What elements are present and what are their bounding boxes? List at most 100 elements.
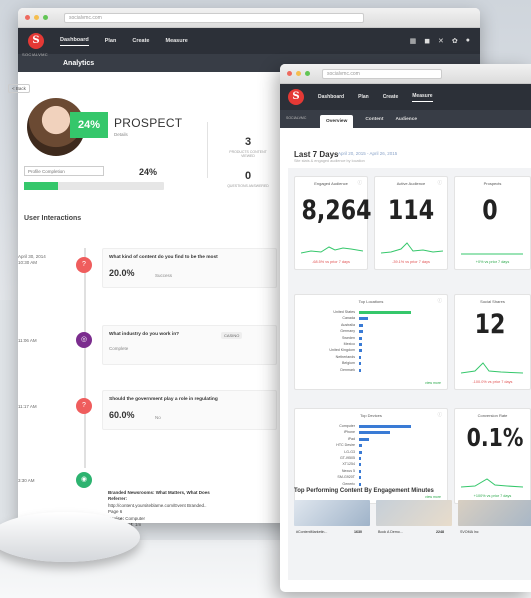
bar-label: HTC Desire — [336, 443, 355, 448]
details-link[interactable]: Details — [114, 132, 128, 137]
nav-measure[interactable]: Measure — [165, 38, 187, 44]
info-icon[interactable]: ⓘ — [438, 180, 443, 186]
card-engaged-audience[interactable]: Engaged Audience ⓘ 8,264 -68.5% vs prior… — [294, 176, 372, 270]
tab-content[interactable]: Content — [365, 117, 383, 122]
bar[interactable] — [359, 323, 364, 327]
bar[interactable] — [359, 469, 361, 473]
brand-logo[interactable]: S — [288, 89, 304, 105]
view-more-link[interactable]: view more — [425, 495, 441, 499]
content-view-details[interactable]: Branded Newsrooms: What Matters, What Do… — [108, 490, 278, 528]
bar-label: GT-I9505 — [340, 456, 355, 460]
sparkline — [461, 362, 523, 374]
timeline-line — [84, 248, 86, 468]
bar[interactable] — [359, 431, 391, 435]
target-icon: ◎ — [76, 332, 92, 348]
bar[interactable] — [359, 349, 362, 353]
maximize-dot[interactable] — [43, 15, 48, 20]
card-value: 8,264 — [301, 195, 372, 226]
browser-chrome: socialvmc.com — [280, 64, 531, 84]
info-icon[interactable]: ⓘ — [438, 298, 443, 304]
card-foot: -100.0% vs prior 7 days — [472, 380, 513, 384]
nav-dashboard[interactable]: Dashboard — [60, 37, 89, 46]
info-icon[interactable]: ⓘ — [438, 412, 443, 418]
timeline-card[interactable]: What kind of content do you find to be t… — [102, 248, 277, 288]
close-dot[interactable] — [25, 15, 30, 20]
bar[interactable] — [359, 476, 361, 480]
prospect-status: PROSPECT — [114, 116, 183, 130]
bar[interactable] — [359, 343, 362, 346]
bar[interactable] — [359, 482, 361, 486]
gear-icon[interactable]: ✿ — [452, 37, 458, 45]
card-conversion-rate[interactable]: Conversion Rate 0.1% +100% vs prior 7 da… — [454, 408, 531, 504]
card-active-audience[interactable]: Active Audience ⓘ 114 -39.1% vs prior 7 … — [374, 176, 448, 270]
minimize-dot[interactable] — [34, 15, 39, 20]
card-title: Active Audience — [396, 181, 426, 186]
tab-overview[interactable]: Overview — [320, 114, 354, 128]
score-badge: 24% — [70, 112, 108, 138]
content-thumbnail[interactable] — [458, 500, 531, 526]
bar[interactable] — [359, 317, 369, 321]
timeline-question: Should the government play a role in reg… — [109, 397, 218, 402]
back-button[interactable]: < Back — [8, 84, 30, 93]
bar-label: Netherlands — [335, 354, 355, 359]
tab-audience[interactable]: Audience — [395, 117, 417, 122]
nav-create[interactable]: Create — [132, 38, 149, 44]
bar[interactable] — [359, 368, 361, 372]
timeline-card[interactable]: Should the government play a role in reg… — [102, 390, 277, 430]
close-dot[interactable] — [287, 71, 292, 76]
grid-icon[interactable]: ▦ — [410, 37, 417, 45]
brand-logo[interactable]: S — [28, 33, 44, 49]
inbox-icon[interactable]: ◼ — [424, 37, 430, 45]
minimize-dot[interactable] — [296, 71, 301, 76]
thumbnail-value: 1630 — [354, 530, 362, 534]
timeline-answer-sub: Complete — [109, 346, 129, 351]
bar[interactable] — [359, 450, 362, 454]
bar[interactable] — [359, 355, 362, 359]
card-title: Social Shares — [480, 299, 505, 304]
address-bar[interactable]: socialvmc.com — [322, 68, 442, 79]
bar[interactable] — [359, 311, 411, 314]
address-bar[interactable]: socialvmc.com — [64, 12, 364, 23]
timeline-date: 11:06 AM — [18, 338, 37, 343]
progress-fill — [24, 182, 58, 190]
period-range[interactable]: April 20, 2015 - April 26, 2015 — [338, 151, 397, 156]
bar[interactable] — [359, 463, 362, 467]
nav-plan[interactable]: Plan — [105, 38, 117, 44]
front-browser-window: socialvmc.com S Dashboard Plan Create Me… — [280, 64, 531, 592]
card-top-locations[interactable]: Top Locations ⓘ United States Canada Austr… — [294, 294, 448, 390]
bar[interactable] — [359, 457, 362, 460]
profile-progress-bar — [24, 182, 164, 190]
bar-label: Denmark — [340, 367, 355, 372]
nav-create[interactable]: Create — [383, 94, 399, 100]
bar[interactable] — [359, 336, 363, 340]
content-thumbnail[interactable] — [294, 500, 370, 526]
bar-label: XT1254 — [342, 462, 355, 467]
timeline-answer-sub: No — [155, 415, 161, 420]
maximize-dot[interactable] — [305, 71, 310, 76]
timeline-answer-sub: Success — [155, 273, 173, 278]
bar[interactable] — [359, 362, 361, 366]
card-value: 0 — [482, 195, 498, 226]
nav-plan[interactable]: Plan — [358, 94, 369, 100]
content-thumbnail[interactable] — [376, 500, 452, 526]
stat-value: 3 — [244, 136, 252, 148]
sparkline — [381, 242, 443, 254]
bar[interactable] — [359, 330, 363, 334]
view-more-link[interactable]: view more — [425, 381, 441, 385]
measure-tabs: Overview Content Audience — [280, 110, 531, 128]
bar[interactable] — [359, 444, 363, 448]
nav-measure[interactable]: Measure — [412, 93, 433, 102]
tools-icon[interactable]: ✕ — [438, 37, 444, 45]
timeline-date: 11:17 AM — [18, 404, 37, 409]
sparkline — [461, 478, 523, 488]
timeline-card[interactable]: What industry do you work in? CASINO Com… — [102, 325, 277, 365]
card-social-shares[interactable]: Social Shares 12 -100.0% vs prior 7 days — [454, 294, 531, 390]
card-value: 12 — [474, 309, 506, 340]
user-avatar-icon[interactable]: ● — [466, 37, 470, 45]
nav-dashboard[interactable]: Dashboard — [318, 94, 344, 100]
bar[interactable] — [359, 437, 370, 441]
bar[interactable] — [359, 425, 411, 428]
divider — [207, 122, 208, 178]
card-prospects[interactable]: Prospects 0 +0% vs prior 7 days — [454, 176, 531, 270]
info-icon[interactable]: ⓘ — [358, 180, 363, 186]
